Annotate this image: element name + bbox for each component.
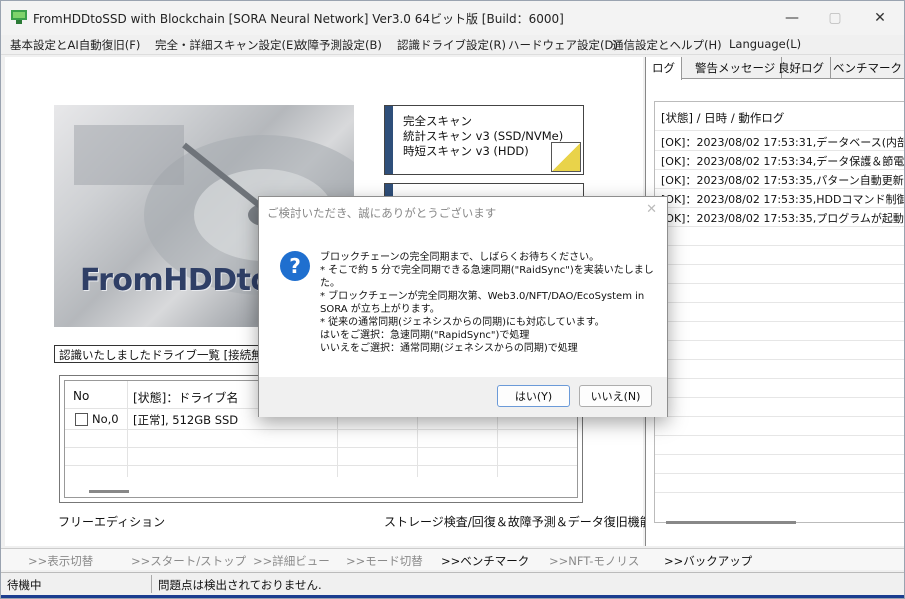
minimize-button[interactable]: —: [769, 1, 815, 35]
scan-option-stat: 統計スキャン v3 (SSD/NVMe): [403, 129, 564, 143]
log-row[interactable]: [OK]：2023/08/02 17:53:31,データベース(内部処理: [661, 134, 904, 150]
log-divider: [655, 340, 904, 341]
log-divider: [655, 454, 904, 455]
status-message: 問題点は検出されておりません.: [158, 578, 322, 592]
dialog-message-line: ブロックチェーンの完全同期まで、しばらくお待ちください。: [320, 252, 600, 263]
nft-monolith-button[interactable]: >>NFT-モノリス: [549, 553, 639, 569]
menu-hardware-settings[interactable]: ハードウェア設定(D): [508, 37, 618, 53]
scan-option-quick: 時短スキャン v3 (HDD): [403, 144, 529, 158]
dialog-message-line: いいえをご選択：通常同期(ジェネシスからの同期)で処理: [320, 343, 578, 354]
log-list: [状態] / 日時 / 動作ログ [OK]：2023/08/02 17:53:3…: [654, 101, 904, 523]
dialog-message-line: た。: [320, 278, 340, 289]
log-divider: [655, 302, 904, 303]
function-bar: >>表示切替 >>スタート/ストップ >>詳細ビュー >>モード切替 >>ベンチ…: [1, 548, 904, 570]
log-divider: [655, 245, 904, 246]
log-row[interactable]: [OK]：2023/08/02 17:53:35,プログラムが起動いた: [661, 210, 904, 226]
menu-drive-settings[interactable]: 認識ドライブ設定(R): [397, 37, 506, 53]
close-button[interactable]: ✕: [857, 1, 903, 35]
log-divider: [655, 473, 904, 474]
log-divider: [655, 207, 904, 208]
log-divider: [655, 188, 904, 189]
menu-bar: 基本設定とAI自動復旧(F) 完全・詳細スキャン設定(E) 故障予測設定(B) …: [1, 35, 904, 55]
benchmark-button[interactable]: >>ベンチマーク: [441, 553, 529, 569]
drive-row-no: No,0: [92, 412, 119, 426]
col-header-no: No: [73, 389, 90, 403]
log-divider: [655, 169, 904, 170]
drive-row-status: [正常], 512GB SSD: [133, 413, 239, 427]
dialog-message: ブロックチェーンの完全同期まで、しばらくお待ちください。 * そこで約 5 分で…: [320, 251, 654, 355]
log-row[interactable]: [OK]：2023/08/02 17:53:34,データ保護＆節電機: [661, 153, 904, 169]
dialog-message-line: * ブロックチェーンが完全同期次第、Web3.0/NFT/DAO/EcoSyst…: [320, 291, 645, 302]
dialog-message-line: * そこで約 5 分で完全同期できる急速同期("RaidSync")を実装いたし…: [320, 265, 654, 276]
log-divider: [655, 492, 904, 493]
scan-corner-icon: [551, 142, 581, 172]
toggle-view-button[interactable]: >>表示切替: [28, 553, 93, 569]
table-row-line: [65, 465, 577, 466]
tab-log[interactable]: ログ: [646, 57, 682, 80]
dialog-message-line: はいをご選択：急速同期("RapidSync")で処理: [320, 330, 530, 341]
no-button[interactable]: いいえ(N): [579, 385, 652, 407]
detail-view-button[interactable]: >>詳細ビュー: [253, 553, 330, 569]
tab-warnings[interactable]: 警告メッセージ: [689, 57, 783, 79]
maximize-button[interactable]: ▢: [812, 1, 858, 35]
log-divider: [655, 435, 904, 436]
full-scan-button[interactable]: 完全スキャン 統計スキャン v3 (SSD/NVMe) 時短スキャン v3 (H…: [384, 105, 584, 175]
dialog-footer: はい(Y) いいえ(N): [259, 377, 667, 417]
start-stop-button[interactable]: >>スタート/ストップ: [131, 553, 246, 569]
log-horizontal-scrollbar[interactable]: [666, 521, 796, 524]
status-divider: [151, 575, 152, 593]
log-divider: [655, 378, 904, 379]
tab-benchmark[interactable]: ベンチマーク: [827, 57, 904, 79]
dialog-close-icon[interactable]: ✕: [646, 202, 657, 217]
feature-tagline: ストレージ検査/回復＆故障予測＆データ復旧機能: [384, 515, 652, 529]
scan-button-accent: [385, 106, 393, 174]
log-divider: [655, 264, 904, 265]
menu-scan-settings[interactable]: 完全・詳細スキャン設定(E): [155, 37, 298, 53]
log-divider: [655, 416, 904, 417]
window-title: FromHDDtoSSD with Blockchain [SORA Neura…: [33, 12, 564, 26]
sync-confirm-dialog: ご検討いただき、誠にありがとうございます ✕ ? ブロックチェーンの完全同期まで…: [258, 196, 668, 417]
log-divider: [655, 359, 904, 360]
dialog-message-line: SORA が立ち上がります。: [320, 304, 440, 315]
drive-list-label: 認識いたしましたドライブ一覧 [接続無新: [54, 345, 264, 363]
menu-language[interactable]: Language(L): [729, 37, 801, 51]
dialog-title: ご検討いただき、誠にありがとうございます: [267, 206, 497, 220]
col-header-status: [状態]：ドライブ名: [133, 391, 239, 405]
mode-switch-button[interactable]: >>モード切替: [346, 553, 423, 569]
menu-communication-help[interactable]: 通信設定とヘルプ(H): [612, 37, 722, 53]
log-row[interactable]: [OK]：2023/08/02 17:53:35,HDDコマンド制御を開: [661, 191, 904, 207]
menu-basic-settings[interactable]: 基本設定とAI自動復旧(F): [10, 37, 140, 53]
table-row-line: [65, 429, 577, 430]
scan-option-full: 完全スキャン: [403, 114, 472, 128]
logo-text: FromHDDto: [80, 263, 271, 298]
title-bar: FromHDDtoSSD with Blockchain [SORA Neura…: [1, 1, 904, 35]
table-row-line: [65, 447, 577, 448]
app-icon: [11, 10, 27, 24]
tab-good-log[interactable]: 良好ログ: [772, 57, 831, 79]
log-divider: [655, 130, 904, 131]
log-row[interactable]: [OK]：2023/08/02 17:53:35,パターン自動更新スレ: [661, 172, 904, 188]
drive-checkbox[interactable]: [75, 413, 88, 426]
log-divider: [655, 150, 904, 151]
log-divider: [655, 283, 904, 284]
backup-button[interactable]: >>バックアップ: [664, 553, 752, 569]
status-bar: 待機中 問題点は検出されておりません.: [1, 572, 904, 594]
log-divider: [655, 397, 904, 398]
log-panel: ログ 警告メッセージ 良好ログ ベンチマーク [状態] / 日時 / 動作ログ …: [645, 57, 904, 546]
dialog-message-line: * 従来の通常同期(ジェネシスからの同期)にも対応しています。: [320, 317, 605, 328]
log-divider: [655, 321, 904, 322]
menu-failure-prediction[interactable]: 故障予測設定(B): [296, 37, 382, 53]
app-window: FromHDDtoSSD with Blockchain [SORA Neura…: [0, 0, 905, 599]
table-horizontal-scrollbar[interactable]: [89, 490, 129, 493]
status-state: 待機中: [7, 578, 42, 592]
table-col-line: [127, 381, 128, 477]
log-header: [状態] / 日時 / 動作ログ: [661, 111, 785, 125]
log-tabs: ログ 警告メッセージ 良好ログ ベンチマーク: [646, 57, 904, 80]
desktop-edge: [1, 595, 904, 598]
question-icon: ?: [280, 251, 310, 281]
edition-label: フリーエディション: [58, 515, 166, 529]
yes-button[interactable]: はい(Y): [497, 385, 570, 407]
log-divider: [655, 226, 904, 227]
